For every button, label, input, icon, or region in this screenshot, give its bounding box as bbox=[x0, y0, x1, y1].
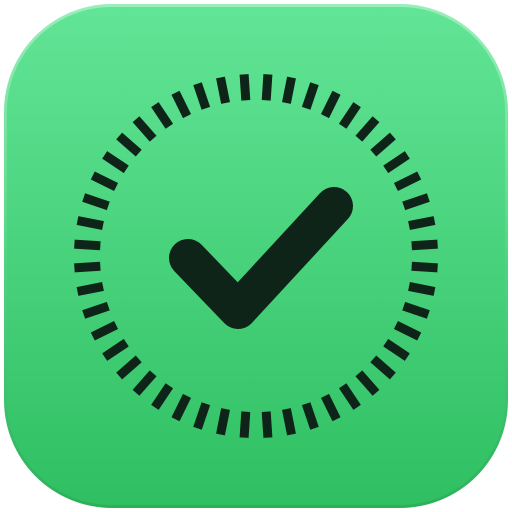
timer-ring-tick bbox=[76, 282, 104, 296]
timer-ring-tick bbox=[282, 408, 296, 436]
timer-ring-tick bbox=[74, 239, 101, 251]
timer-ring-tick bbox=[411, 239, 438, 251]
timer-ring-tick bbox=[408, 216, 436, 230]
timer-ring-tick bbox=[411, 261, 438, 273]
app-icon-canvas bbox=[0, 0, 512, 512]
timer-ring-tick bbox=[216, 408, 230, 436]
timer-ring-tick bbox=[261, 74, 273, 101]
timer-ring-tick bbox=[261, 411, 273, 438]
timer-ring-tick bbox=[239, 411, 251, 438]
timer-ring-tick bbox=[74, 261, 101, 273]
icon-tile-background bbox=[4, 4, 508, 508]
timer-ring-tick bbox=[216, 76, 230, 104]
timed-checkmark-app-icon[interactable] bbox=[0, 0, 512, 512]
timer-ring-tick bbox=[76, 216, 104, 230]
timer-ring-tick bbox=[408, 282, 436, 296]
timer-ring-tick bbox=[239, 74, 251, 101]
timer-ring-tick bbox=[282, 76, 296, 104]
